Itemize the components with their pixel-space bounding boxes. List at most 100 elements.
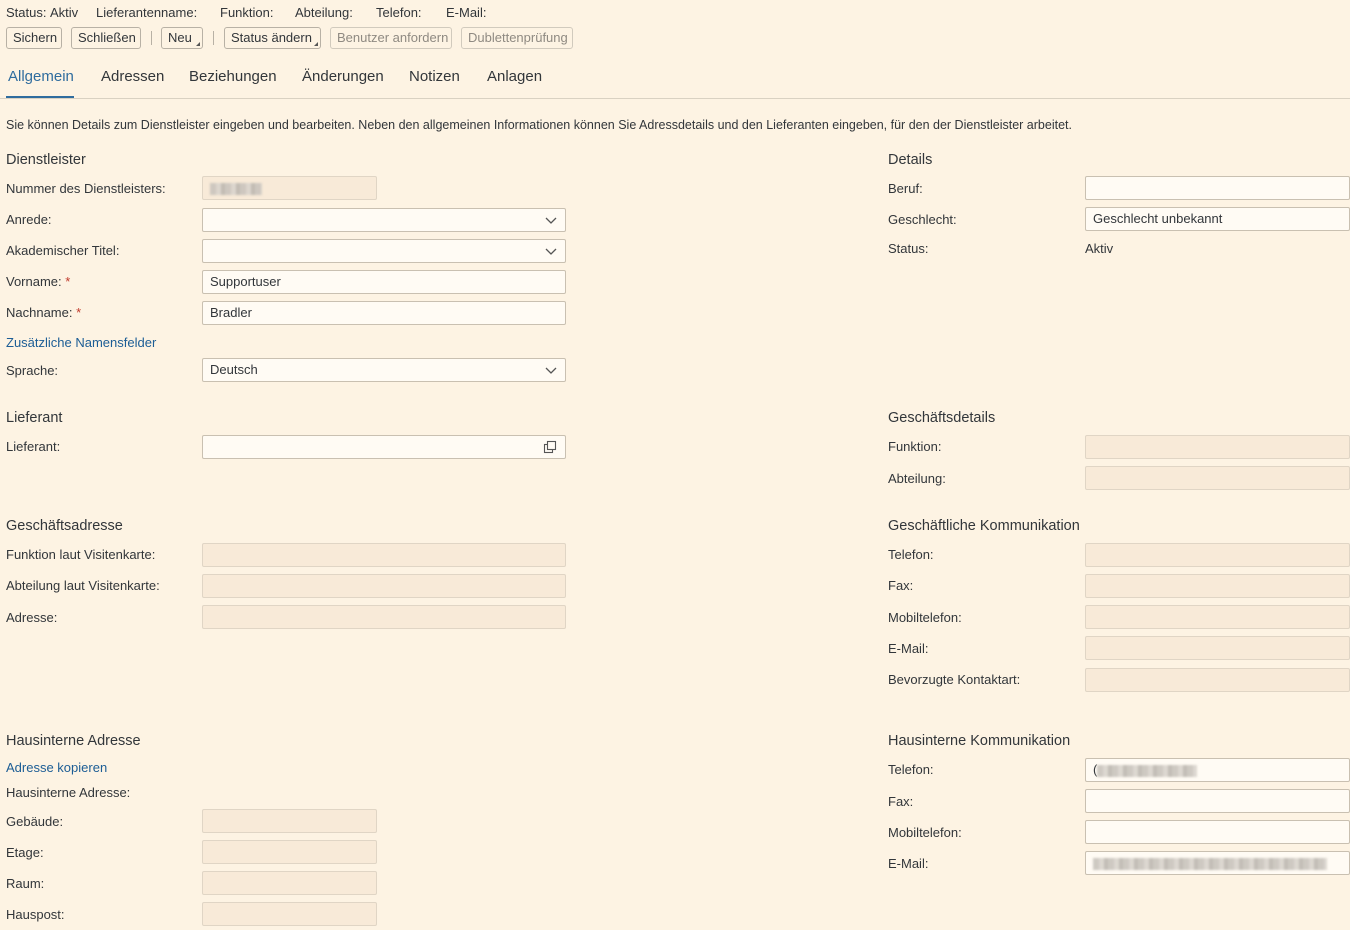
copy-address-link[interactable]: Adresse kopieren xyxy=(6,760,107,775)
business-email-label: E-Mail: xyxy=(888,641,929,656)
section-title-details: Details xyxy=(888,152,933,168)
preferred-contact-label: Bevorzugte Kontaktart: xyxy=(888,672,1021,687)
supplier-input[interactable] xyxy=(202,435,566,459)
profession-input[interactable] xyxy=(1085,176,1350,200)
last-name-input[interactable]: Bradler xyxy=(202,301,566,325)
request-user-button[interactable]: Benutzer anfordern xyxy=(330,27,452,49)
section-title-business-details: Geschäftsdetails xyxy=(888,410,996,426)
required-mark: * xyxy=(65,274,71,289)
salutation-label: Anrede: xyxy=(6,212,52,227)
redacted-value xyxy=(210,182,262,195)
internal-fax-input[interactable] xyxy=(1085,789,1350,813)
toolbar-separator xyxy=(213,31,214,45)
last-name-label-text: Nachname: xyxy=(6,305,73,320)
header-function-label: Funktion: xyxy=(220,5,274,20)
internal-mail-label: Hauspost: xyxy=(6,907,65,922)
business-mobile-label: Mobiltelefon: xyxy=(888,610,962,625)
academic-title-label: Akademischer Titel: xyxy=(6,243,120,258)
gender-select[interactable]: Geschlecht unbekannt xyxy=(1085,207,1350,231)
building-label: Gebäude: xyxy=(6,814,64,829)
supplier-label: Lieferant: xyxy=(6,439,61,454)
tab-addresses[interactable]: Adressen xyxy=(101,68,164,85)
internal-fax-label: Fax: xyxy=(888,794,914,809)
function-card-field xyxy=(202,543,566,567)
tab-notes[interactable]: Notizen xyxy=(409,68,460,85)
header-phone-label: Telefon: xyxy=(376,5,422,20)
provider-number-label: Nummer des Dienstleisters: xyxy=(6,181,166,196)
tab-divider xyxy=(0,98,1350,99)
header-email-label: E-Mail: xyxy=(446,5,487,20)
business-mobile-field xyxy=(1085,605,1350,629)
toolbar-separator xyxy=(151,31,152,45)
section-title-business-communication: Geschäftliche Kommunikation xyxy=(888,518,1080,534)
floor-label: Etage: xyxy=(6,845,44,860)
floor-field xyxy=(202,840,377,864)
department-card-label: Abteilung laut Visitenkarte: xyxy=(6,578,160,593)
tab-changes[interactable]: Änderungen xyxy=(302,68,384,85)
chevron-down-icon xyxy=(545,217,557,224)
gender-label: Geschlecht: xyxy=(888,212,957,227)
address-field xyxy=(202,605,566,629)
header-status-value: Aktiv xyxy=(50,5,79,20)
last-name-label: Nachname: * xyxy=(6,305,81,320)
save-button[interactable]: Sichern xyxy=(6,27,62,49)
business-email-field xyxy=(1085,636,1350,660)
profession-label: Beruf: xyxy=(888,181,923,196)
section-title-supplier: Lieferant xyxy=(6,410,63,426)
close-button[interactable]: Schließen xyxy=(71,27,141,49)
change-status-button[interactable]: Status ändern xyxy=(224,27,321,49)
building-field xyxy=(202,809,377,833)
internal-phone-label: Telefon: xyxy=(888,762,934,777)
business-department-field xyxy=(1085,466,1350,490)
internal-phone-input[interactable]: ( xyxy=(1085,758,1350,782)
required-mark: * xyxy=(76,305,82,320)
preferred-contact-field xyxy=(1085,668,1350,692)
language-select[interactable]: Deutsch xyxy=(202,358,566,382)
intro-text: Sie können Details zum Dienstleister ein… xyxy=(6,118,1072,132)
chevron-down-icon xyxy=(545,367,557,374)
department-card-field xyxy=(202,574,566,598)
internal-mobile-input[interactable] xyxy=(1085,820,1350,844)
duplicate-check-button[interactable]: Dublettenprüfung xyxy=(461,27,573,49)
provider-number-field xyxy=(202,176,377,200)
new-button[interactable]: Neu xyxy=(161,27,203,49)
business-department-label: Abteilung: xyxy=(888,471,946,486)
salutation-select[interactable] xyxy=(202,208,566,232)
first-name-label-text: Vorname: xyxy=(6,274,62,289)
room-label: Raum: xyxy=(6,876,45,891)
value-help-icon[interactable] xyxy=(543,440,557,454)
business-fax-field xyxy=(1085,574,1350,598)
new-button-label: Neu xyxy=(168,30,192,45)
internal-email-input[interactable] xyxy=(1085,851,1350,875)
header-department-label: Abteilung: xyxy=(295,5,353,20)
menu-triangle-icon xyxy=(314,42,318,46)
business-phone-field xyxy=(1085,543,1350,567)
business-fax-label: Fax: xyxy=(888,578,914,593)
section-title-provider: Dienstleister xyxy=(6,152,86,168)
redacted-value xyxy=(1097,764,1198,777)
redacted-value xyxy=(1093,857,1327,870)
menu-triangle-icon xyxy=(196,42,200,46)
business-phone-label: Telefon: xyxy=(888,547,934,562)
first-name-label: Vorname: * xyxy=(6,274,70,289)
change-status-button-label: Status ändern xyxy=(231,30,312,45)
section-title-business-address: Geschäftsadresse xyxy=(6,518,123,534)
academic-title-select[interactable] xyxy=(202,239,566,263)
function-card-label: Funktion laut Visitenkarte: xyxy=(6,547,156,562)
internal-mail-field xyxy=(202,902,377,926)
tab-general[interactable]: Allgemein xyxy=(8,68,74,85)
additional-name-fields-link[interactable]: Zusätzliche Namensfelder xyxy=(6,335,156,350)
first-name-input[interactable]: Supportuser xyxy=(202,270,566,294)
language-label: Sprache: xyxy=(6,363,59,378)
tab-attachments[interactable]: Anlagen xyxy=(487,68,542,85)
business-function-label: Funktion: xyxy=(888,439,942,454)
business-function-field xyxy=(1085,435,1350,459)
room-field xyxy=(202,871,377,895)
chevron-down-icon xyxy=(545,248,557,255)
details-status-label: Status: xyxy=(888,241,929,256)
address-label: Adresse: xyxy=(6,610,58,625)
tab-relationships[interactable]: Beziehungen xyxy=(189,68,277,85)
internal-mobile-label: Mobiltelefon: xyxy=(888,825,962,840)
internal-email-label: E-Mail: xyxy=(888,856,929,871)
header-supplier-name-label: Lieferantenname: xyxy=(96,5,198,20)
